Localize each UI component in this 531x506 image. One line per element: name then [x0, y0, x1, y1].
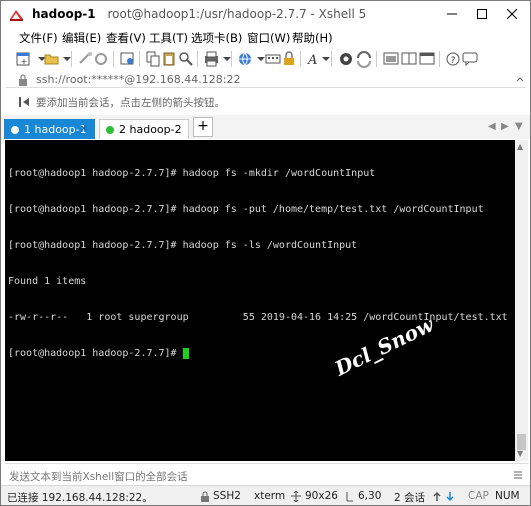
- lock-icon: [201, 491, 209, 502]
- tab-view-icon[interactable]: [418, 50, 436, 68]
- terminal-area[interactable]: [root@hadoop1 hadoop-2.7.7]# hadoop fs -…: [5, 140, 515, 461]
- properties-icon[interactable]: [119, 50, 137, 68]
- toolbar-separator: [71, 51, 72, 67]
- dropdown-arrow-icon[interactable]: [219, 50, 237, 68]
- terminal-prompt: [root@hadoop1 hadoop-2.7.7]#: [8, 348, 183, 359]
- status-bar: 已连接 192.168.44.128:22。 SSH2 xterm 90x26 …: [1, 485, 530, 505]
- toolbar-separator: [376, 51, 377, 67]
- tab-hadoop-1[interactable]: 1 hadoop-1 ✕: [4, 119, 95, 139]
- dropdown-arrow-icon[interactable]: [59, 50, 77, 68]
- terminal-line: [root@hadoop1 hadoop-2.7.7]# hadoop fs -…: [8, 204, 484, 215]
- download-arrow-icon: [446, 492, 454, 502]
- maximize-button[interactable]: [468, 1, 496, 27]
- svg-text:+: +: [21, 57, 28, 66]
- minimize-icon: [447, 13, 457, 15]
- svg-text:?: ?: [451, 56, 456, 66]
- terminal-prompt-line: [root@hadoop1 hadoop-2.7.7]#: [8, 348, 508, 360]
- tab-label: 1 hadoop-1: [24, 123, 87, 136]
- tab-prev-icon[interactable]: ◀: [488, 121, 496, 132]
- menu-view[interactable]: 查看(V): [106, 30, 146, 46]
- terminal-cursor: [182, 348, 189, 359]
- close-icon: [507, 9, 517, 19]
- scroll-down-icon[interactable]: ▼: [517, 449, 523, 458]
- close-button[interactable]: [498, 1, 526, 27]
- terminal-scrollbar[interactable]: ▲ ▼: [515, 140, 528, 461]
- address-text: ssh://root:******@192.168.44.128:22: [36, 73, 241, 86]
- scroll-up-icon[interactable]: ▲: [517, 142, 523, 151]
- terminal-output: [root@hadoop1 hadoop-2.7.7]# hadoop fs -…: [8, 144, 508, 384]
- status-cursor-pos: 6,30: [358, 490, 382, 502]
- xftp-icon[interactable]: [337, 50, 355, 68]
- tab-strip: 1 hadoop-1 ✕ 2 hadoop-2 + ◀ ▶ ▼: [1, 115, 530, 139]
- lock-icon: [19, 74, 27, 86]
- status-caps: CAP: [468, 490, 489, 502]
- menu-file[interactable]: 文件(F): [19, 30, 58, 46]
- compose-placeholder: 发送文本到当前Xshell窗口的全部会话: [9, 471, 188, 483]
- toolbar-separator: [139, 51, 140, 67]
- terminal-line: [root@hadoop1 hadoop-2.7.7]# hadoop fs -…: [8, 168, 376, 179]
- session-status-dot: [11, 125, 19, 134]
- status-size: 90x26: [305, 490, 338, 502]
- new-session-icon[interactable]: +: [15, 50, 33, 68]
- reconnect-icon[interactable]: [93, 50, 111, 68]
- hint-bar: 要添加当前会话，点击左侧的箭头按钮。: [6, 93, 526, 111]
- menu-edit[interactable]: 编辑(E): [62, 30, 101, 46]
- scrollbar-thumb[interactable]: [517, 434, 526, 450]
- xshell-logo-icon: [10, 10, 23, 21]
- dropdown-arrow-icon[interactable]: [318, 50, 336, 68]
- status-sessions: 2 会话: [394, 492, 426, 504]
- session-status-dot: [106, 125, 114, 134]
- new-tab-button[interactable]: +: [193, 117, 213, 137]
- terminal-line: -rw-r--r-- 1 root supergroup 55 2019-04-…: [8, 312, 508, 323]
- tab-hadoop-2[interactable]: 2 hadoop-2: [99, 119, 189, 139]
- menu-window[interactable]: 窗口(W): [247, 30, 290, 46]
- menu-help[interactable]: 帮助(H): [292, 30, 333, 46]
- toolbar-separator: [300, 51, 301, 67]
- status-terminal-type: xterm: [254, 490, 286, 502]
- help-icon[interactable]: ?: [444, 50, 462, 68]
- toolbar: + A ?: [1, 48, 530, 70]
- tab-menu-icon[interactable]: ▼: [515, 121, 523, 132]
- tab-next-icon[interactable]: ▶: [501, 121, 509, 132]
- close-icon[interactable]: ✕: [80, 124, 88, 135]
- find-icon[interactable]: [177, 50, 195, 68]
- status-protocol: SSH2: [213, 490, 241, 502]
- toolbar-separator: [231, 51, 232, 67]
- lock-icon[interactable]: [280, 50, 298, 68]
- menu-tools[interactable]: 工具(T): [149, 30, 188, 46]
- layout-icon[interactable]: [400, 50, 418, 68]
- chevron-up-icon[interactable]: [516, 75, 524, 85]
- chat-icon[interactable]: [461, 50, 479, 68]
- svg-text:A: A: [307, 53, 317, 68]
- minimize-button[interactable]: [438, 1, 466, 27]
- menu-tabs[interactable]: 选项卡(B): [191, 30, 242, 46]
- compose-menu-icon[interactable]: [513, 470, 523, 480]
- cursor-position-icon: [346, 492, 353, 502]
- toolbar-separator: [439, 51, 440, 67]
- xshell-window: hadoop-1 root@hadoop1:/usr/hadoop-2.7.7 …: [0, 0, 531, 506]
- status-num: NUM: [495, 490, 520, 502]
- title-bar: hadoop-1 root@hadoop1:/usr/hadoop-2.7.7 …: [1, 1, 530, 29]
- terminal-line: [root@hadoop1 hadoop-2.7.7]# hadoop fs -…: [8, 240, 358, 251]
- window-title: hadoop-1 root@hadoop1:/usr/hadoop-2.7.7 …: [32, 7, 366, 21]
- terminal-line: Found 1 items: [8, 276, 87, 287]
- hint-text: 要添加当前会话，点击左侧的箭头按钮。: [36, 97, 225, 109]
- maximize-icon: [477, 9, 487, 19]
- menu-bar: 文件(F) 编辑(E) 查看(V) 工具(T) 选项卡(B) 窗口(W) 帮助(…: [1, 28, 530, 48]
- fullscreen-icon[interactable]: [382, 50, 400, 68]
- add-session-arrow-icon[interactable]: [18, 95, 32, 109]
- title-path: root@hadoop1:/usr/hadoop-2.7.7 - Xshell …: [107, 7, 367, 21]
- toolbar-separator: [113, 51, 114, 67]
- status-connection: 已连接 192.168.44.128:22。: [7, 492, 153, 504]
- toolbar-separator: [197, 51, 198, 67]
- title-session-name: hadoop-1: [32, 7, 96, 21]
- terminal-size-icon: [291, 491, 301, 502]
- transfer-icon[interactable]: [355, 50, 373, 68]
- tab-label: 2 hadoop-2: [119, 123, 182, 136]
- compose-bar[interactable]: 发送文本到当前Xshell窗口的全部会话: [5, 463, 529, 485]
- toolbar-separator: [331, 51, 332, 67]
- upload-arrow-icon: [433, 491, 441, 501]
- address-bar[interactable]: ssh://root:******@192.168.44.128:22: [6, 72, 526, 88]
